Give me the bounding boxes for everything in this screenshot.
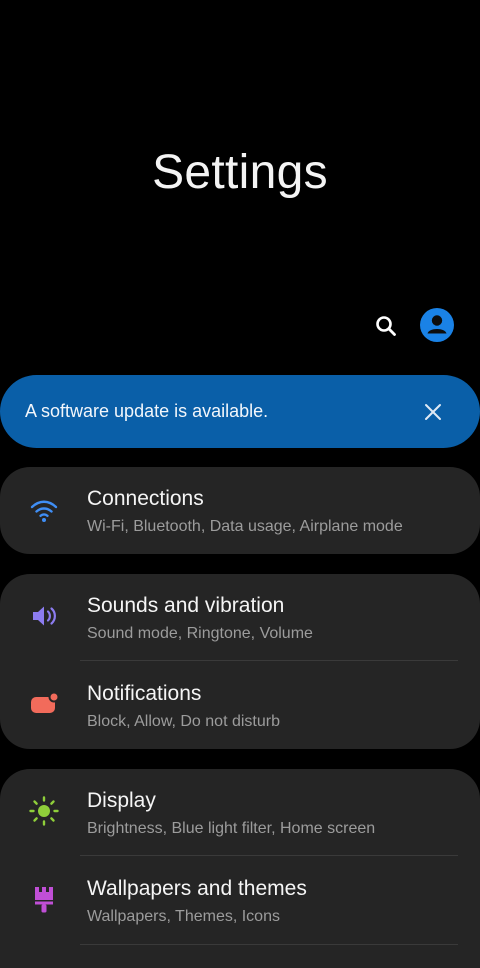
settings-item-title: Wallpapers and themes	[87, 877, 307, 900]
software-update-banner[interactable]: A software update is available.	[0, 375, 480, 448]
settings-item-sounds-and-vibration[interactable]: Sounds and vibration Sound mode, Rington…	[0, 574, 480, 662]
brush-icon	[26, 881, 62, 917]
settings-item-subtitle: Wi-Fi, Bluetooth, Data usage, Airplane m…	[87, 518, 403, 535]
account-icon	[420, 308, 454, 342]
divider	[80, 660, 458, 661]
page-title: Settings	[152, 146, 328, 199]
settings-group-connectivity: Connections Wi-Fi, Bluetooth, Data usage…	[0, 467, 480, 554]
settings-item-title: Sounds and vibration	[87, 594, 285, 617]
wifi-icon	[26, 493, 62, 529]
settings-item-notifications[interactable]: Notifications Block, Allow, Do not distu…	[0, 662, 480, 750]
search-button[interactable]	[368, 308, 404, 344]
search-icon	[376, 316, 396, 336]
close-icon	[425, 404, 441, 420]
settings-item-subtitle: Sound mode, Ringtone, Volume	[87, 625, 313, 642]
settings-item-wallpapers-and-themes[interactable]: Wallpapers and themes Wallpapers, Themes…	[0, 857, 480, 945]
divider	[80, 944, 458, 945]
account-button[interactable]	[419, 307, 455, 343]
notification-icon	[26, 686, 62, 722]
speaker-icon	[26, 598, 62, 634]
settings-item-title: Connections	[87, 487, 204, 510]
divider	[80, 855, 458, 856]
settings-item-title: Display	[87, 789, 156, 812]
dismiss-banner-button[interactable]	[420, 399, 446, 425]
settings-group-sound-notifications: Sounds and vibration Sound mode, Rington…	[0, 574, 480, 749]
brightness-icon	[26, 793, 62, 829]
settings-item-subtitle: Wallpapers, Themes, Icons	[87, 908, 280, 925]
settings-item-connections[interactable]: Connections Wi-Fi, Bluetooth, Data usage…	[0, 467, 480, 555]
settings-item-subtitle: Brightness, Blue light filter, Home scre…	[87, 820, 376, 837]
software-update-text: A software update is available.	[25, 401, 269, 421]
settings-item-subtitle: Block, Allow, Do not disturb	[87, 713, 280, 730]
settings-item-display[interactable]: Display Brightness, Blue light filter, H…	[0, 769, 480, 857]
settings-group-display: Display Brightness, Blue light filter, H…	[0, 769, 480, 968]
settings-item-title: Notifications	[87, 682, 202, 705]
